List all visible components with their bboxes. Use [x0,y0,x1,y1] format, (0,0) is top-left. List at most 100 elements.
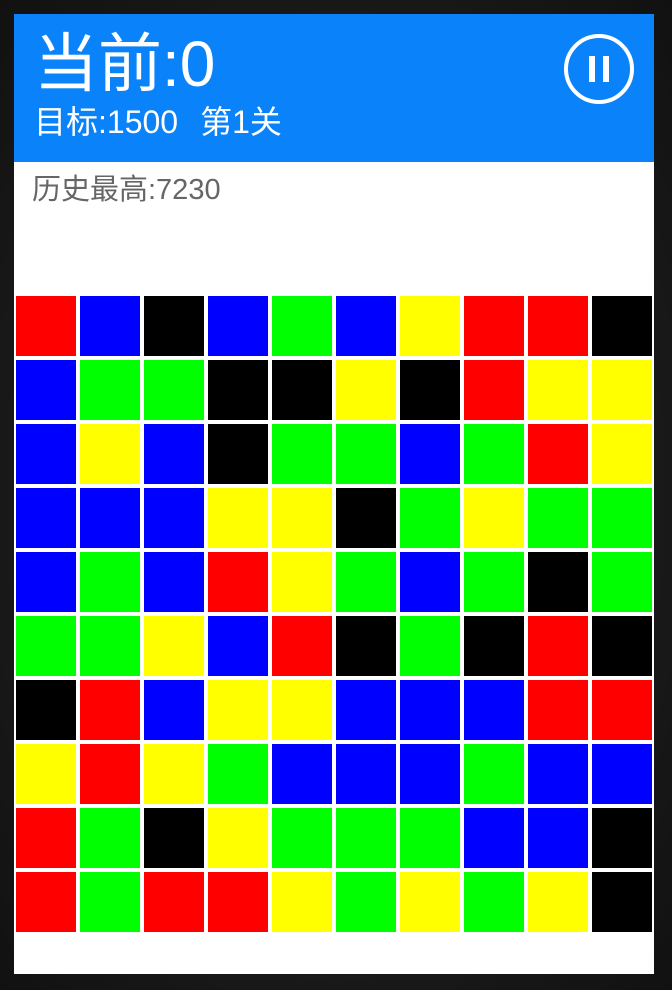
board-tile[interactable] [14,742,78,806]
board-tile[interactable] [398,742,462,806]
board-tile[interactable] [334,870,398,934]
board-tile[interactable] [78,358,142,422]
board-tile[interactable] [78,870,142,934]
board-tile[interactable] [462,870,526,934]
board-tile[interactable] [462,614,526,678]
board-tile[interactable] [462,678,526,742]
board-tile[interactable] [526,614,590,678]
board-tile[interactable] [590,486,654,550]
board-tile[interactable] [206,294,270,358]
board-tile[interactable] [78,614,142,678]
board-tile[interactable] [462,742,526,806]
board-tile[interactable] [526,806,590,870]
board-tile[interactable] [590,614,654,678]
board-tile[interactable] [590,550,654,614]
board-tile[interactable] [334,486,398,550]
board-tile[interactable] [398,614,462,678]
board-tile[interactable] [270,358,334,422]
board-tile[interactable] [14,422,78,486]
board-tile[interactable] [78,422,142,486]
board-tile[interactable] [526,358,590,422]
board-tile[interactable] [462,422,526,486]
board-tile[interactable] [206,550,270,614]
board-tile[interactable] [590,358,654,422]
board-tile[interactable] [14,678,78,742]
board-tile[interactable] [526,422,590,486]
board-tile[interactable] [206,422,270,486]
board-tile[interactable] [334,742,398,806]
board-tile[interactable] [270,678,334,742]
board-tile[interactable] [14,870,78,934]
board-tile[interactable] [398,486,462,550]
board-tile[interactable] [462,806,526,870]
board-tile[interactable] [270,422,334,486]
board-tile[interactable] [142,678,206,742]
board-tile[interactable] [590,294,654,358]
board-tile[interactable] [142,806,206,870]
board-tile[interactable] [142,614,206,678]
board-tile[interactable] [590,678,654,742]
board-tile[interactable] [398,678,462,742]
board-tile[interactable] [142,550,206,614]
board-tile[interactable] [14,358,78,422]
board-tile[interactable] [270,614,334,678]
board-tile[interactable] [398,294,462,358]
board-tile[interactable] [462,358,526,422]
board-tile[interactable] [398,870,462,934]
board-tile[interactable] [270,550,334,614]
board-tile[interactable] [334,550,398,614]
board-tile[interactable] [334,678,398,742]
pause-button[interactable] [564,34,634,104]
board-tile[interactable] [142,358,206,422]
board-tile[interactable] [526,486,590,550]
board-tile[interactable] [78,806,142,870]
board-tile[interactable] [206,870,270,934]
board-tile[interactable] [206,358,270,422]
board-tile[interactable] [334,422,398,486]
board-tile[interactable] [78,550,142,614]
board-tile[interactable] [270,294,334,358]
board-tile[interactable] [398,422,462,486]
board-tile[interactable] [206,742,270,806]
board-tile[interactable] [142,486,206,550]
board-tile[interactable] [14,614,78,678]
board-tile[interactable] [398,358,462,422]
board-tile[interactable] [334,294,398,358]
board-tile[interactable] [78,294,142,358]
board-tile[interactable] [206,678,270,742]
board-tile[interactable] [334,806,398,870]
board-tile[interactable] [270,742,334,806]
board-tile[interactable] [526,550,590,614]
board-tile[interactable] [78,742,142,806]
board-tile[interactable] [526,870,590,934]
board-tile[interactable] [526,294,590,358]
board-tile[interactable] [78,486,142,550]
board-tile[interactable] [334,358,398,422]
board-tile[interactable] [14,806,78,870]
board-tile[interactable] [590,422,654,486]
board-tile[interactable] [206,806,270,870]
board-tile[interactable] [142,294,206,358]
board-tile[interactable] [590,870,654,934]
board-tile[interactable] [14,486,78,550]
board-tile[interactable] [14,550,78,614]
board-tile[interactable] [590,806,654,870]
board-tile[interactable] [270,870,334,934]
board-tile[interactable] [206,614,270,678]
board-tile[interactable] [270,486,334,550]
board-tile[interactable] [590,742,654,806]
board-tile[interactable] [398,550,462,614]
board-tile[interactable] [462,294,526,358]
board-tile[interactable] [142,422,206,486]
board-tile[interactable] [78,678,142,742]
board-tile[interactable] [206,486,270,550]
board-tile[interactable] [334,614,398,678]
board-tile[interactable] [142,870,206,934]
board-tile[interactable] [526,678,590,742]
board-tile[interactable] [526,742,590,806]
board-tile[interactable] [462,550,526,614]
board-tile[interactable] [398,806,462,870]
board-tile[interactable] [14,294,78,358]
board-tile[interactable] [142,742,206,806]
board-tile[interactable] [270,806,334,870]
